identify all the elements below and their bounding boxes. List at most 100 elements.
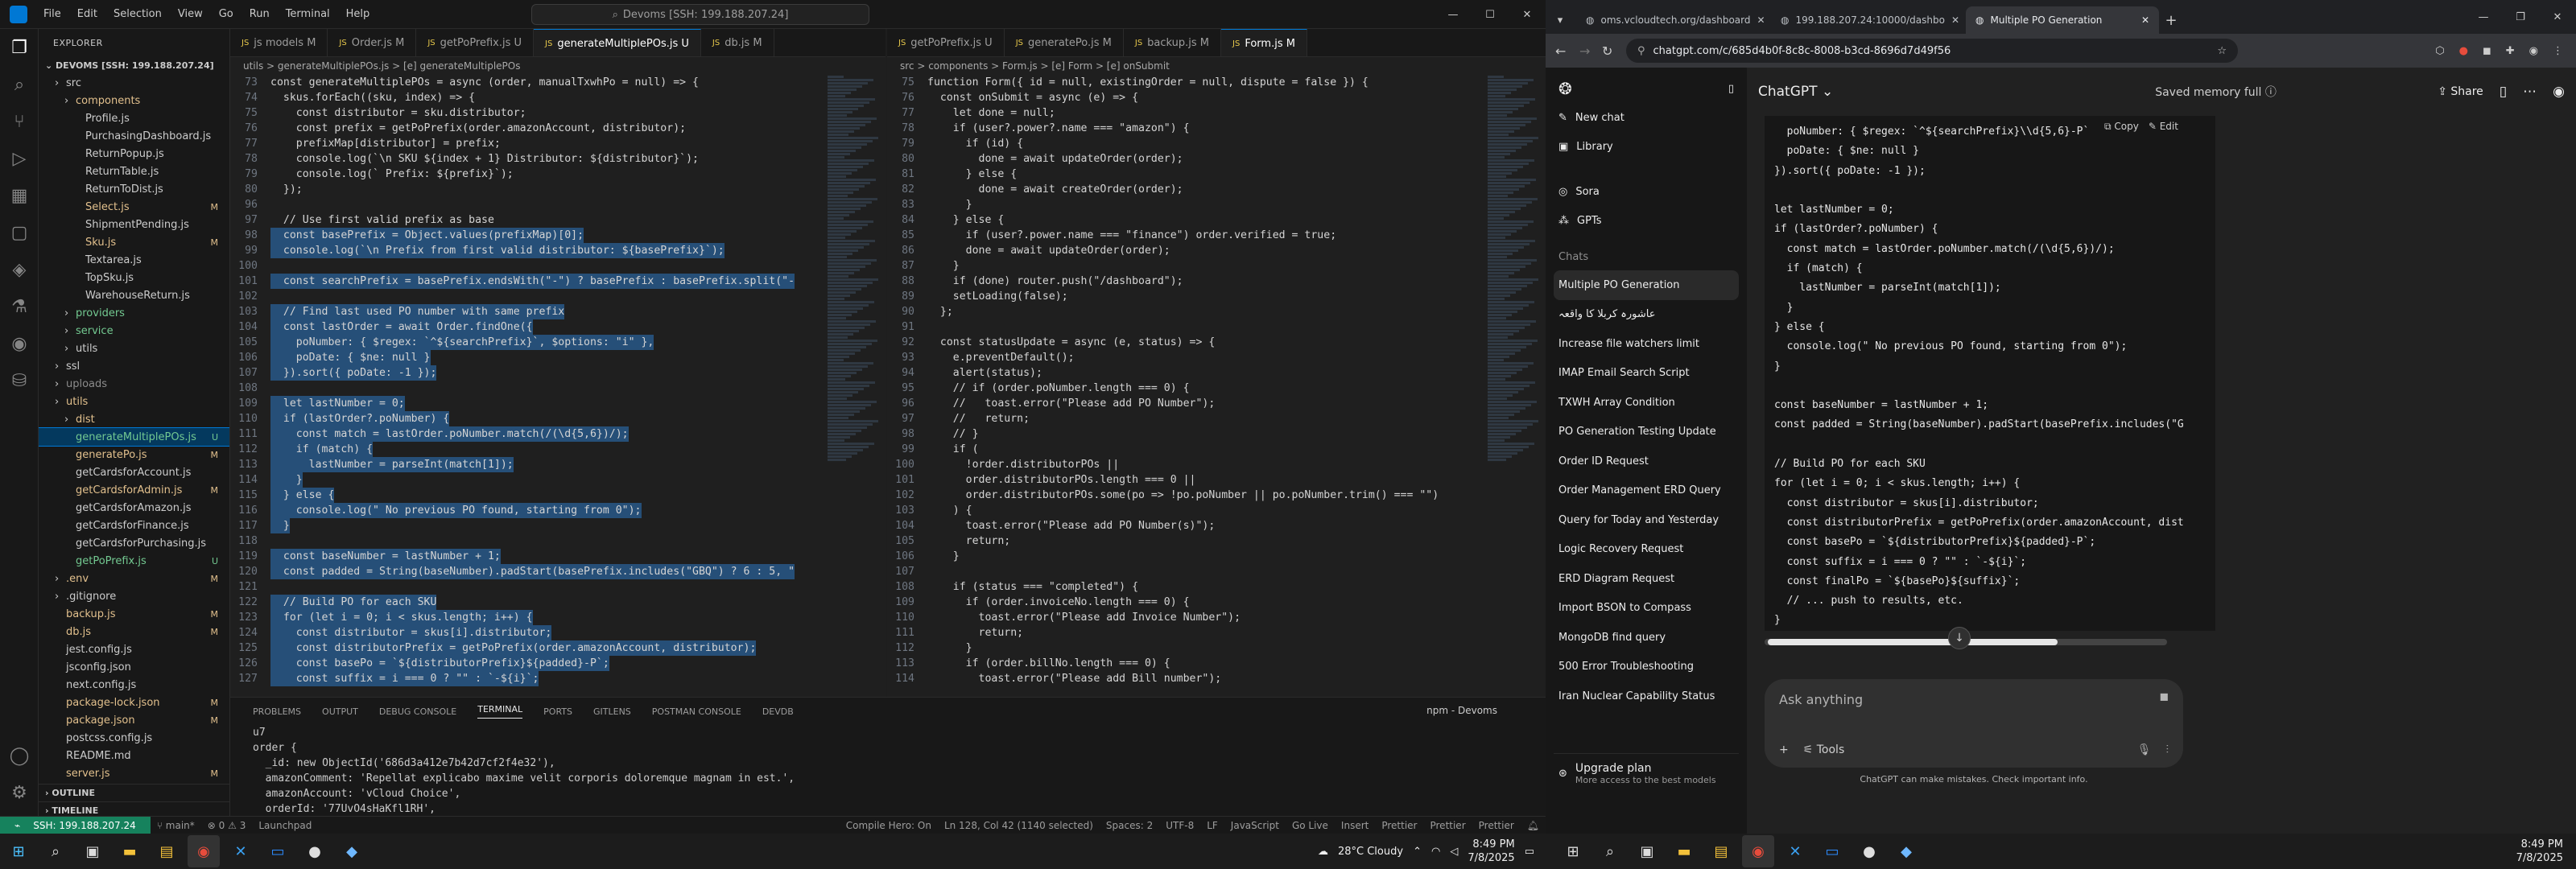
tree-item[interactable]: ShipmentPending.js <box>39 216 229 233</box>
gitlens-icon[interactable]: ◈ <box>0 251 39 288</box>
tree-item[interactable]: Textarea.js <box>39 251 229 269</box>
panel-tab-devdb[interactable]: DEVDB <box>762 706 794 717</box>
tree-item[interactable]: Sku.js M <box>39 233 229 251</box>
bookmark-star-icon[interactable]: ☆ <box>2217 45 2227 57</box>
tree-item[interactable]: backup.js M <box>39 605 229 623</box>
chat-history-item[interactable]: Iran Nuclear Capability Status <box>1554 682 1739 711</box>
panel-tab-output[interactable]: OUTPUT <box>322 706 358 717</box>
eol[interactable]: LF <box>1207 820 1218 831</box>
chat-history-item[interactable]: PO Generation Testing Update <box>1554 418 1739 447</box>
language-mode[interactable]: JavaScript <box>1231 820 1279 831</box>
tree-item[interactable]: postcss.config.js <box>39 729 229 747</box>
new-chat-button[interactable]: ✎ New chat <box>1554 103 1739 132</box>
new-tab-icon[interactable]: + <box>2159 6 2183 34</box>
chat-history-item[interactable]: TXWH Array Condition <box>1554 388 1739 418</box>
tree-item[interactable]: › dist <box>39 410 229 428</box>
scrollbar-thumb[interactable] <box>1768 639 2058 645</box>
chat-history-item[interactable]: Order Management ERD Query <box>1554 476 1739 506</box>
wifi-icon[interactable]: ◠ <box>1431 846 1440 858</box>
tree-item[interactable]: › utils <box>39 340 229 357</box>
chat-history-item[interactable]: Logic Recovery Request <box>1554 535 1739 565</box>
right-code-editor[interactable]: 75 function Form({ id = null, existingOrd… <box>887 75 1481 697</box>
tree-item[interactable]: generateMultiplePOs.js U <box>39 427 229 447</box>
reload-icon[interactable]: ↻ <box>1602 43 1612 59</box>
zoom-icon[interactable]: ▭ <box>262 835 294 867</box>
launchpad-item[interactable]: Launchpad <box>258 820 312 831</box>
restore-icon[interactable]: ❐ <box>2502 11 2539 23</box>
menu-item-view[interactable]: View <box>178 8 203 20</box>
tree-item[interactable]: Profile.js <box>39 109 229 127</box>
command-center[interactable]: ⌕ Devoms [SSH: 199.188.207.24] <box>531 4 869 25</box>
prettier-status-3[interactable]: Prettier <box>1479 820 1514 831</box>
browser-tab[interactable]: ◍ Multiple PO Generation ✕ <box>1966 6 2159 34</box>
close-icon[interactable]: ✕ <box>2539 11 2576 23</box>
go-live[interactable]: Go Live <box>1292 820 1328 831</box>
extension-icon[interactable]: ⬡ <box>2435 45 2444 57</box>
files-icon[interactable]: ❐ <box>0 29 39 66</box>
tree-item[interactable]: jsconfig.json <box>39 658 229 676</box>
terminal-selector[interactable]: npm - Devoms <box>1426 705 1497 716</box>
chat-history-item[interactable]: MongoDB find query <box>1554 623 1739 653</box>
menu-item-help[interactable]: Help <box>346 8 370 20</box>
editor-tab[interactable]: JS generateMultiplePOs.js U <box>534 29 701 56</box>
close-icon[interactable]: ✕ <box>2141 14 2149 26</box>
tree-item[interactable]: › utils <box>39 393 229 410</box>
prompt-input[interactable]: Ask anything <box>1779 692 2169 707</box>
search-icon[interactable]: ⌕ <box>39 835 72 867</box>
task-view-icon[interactable]: ▣ <box>76 835 109 867</box>
tree-item[interactable]: › service <box>39 322 229 340</box>
forward-icon[interactable]: → <box>1579 43 1590 59</box>
tree-item[interactable]: ReturnToDist.js <box>39 180 229 198</box>
tree-item[interactable]: › .env M <box>39 570 229 587</box>
menu-item-terminal[interactable]: Terminal <box>286 8 330 20</box>
tree-item[interactable]: getCardsforFinance.js <box>39 517 229 534</box>
zoom-icon[interactable]: ▭ <box>1816 835 1848 867</box>
editor-tab[interactable]: JS generatePo.js M <box>1005 29 1124 56</box>
menu-item-run[interactable]: Run <box>250 8 270 20</box>
chat-history-item[interactable]: Import BSON to Compass <box>1554 594 1739 624</box>
voice-mode-icon[interactable]: ⫶ <box>2166 743 2169 756</box>
windows-start-icon[interactable]: ⊞ <box>1557 835 1589 867</box>
extensions-puzzle-icon[interactable]: ✚ <box>2506 45 2515 57</box>
app-icon[interactable]: ● <box>299 835 331 867</box>
tree-item[interactable]: › src <box>39 74 229 92</box>
tree-item[interactable]: Select.js M <box>39 198 229 216</box>
close-sidebar-icon[interactable]: ▯ <box>1728 83 1734 95</box>
vscode-taskbar-icon[interactable]: ✕ <box>1779 835 1811 867</box>
browser-tab[interactable]: ◍ 199.188.207.24:10000/dashbo ✕ <box>1771 6 1964 34</box>
editor-tab[interactable]: JS getPoPrefix.js U <box>416 29 535 56</box>
profile-avatar[interactable]: ◉ <box>2529 45 2538 57</box>
indentation[interactable]: Spaces: 2 <box>1106 820 1153 831</box>
chat-history-item[interactable]: Multiple PO Generation <box>1554 270 1739 300</box>
file-explorer-icon[interactable]: ▬ <box>114 835 146 867</box>
file-explorer-icon[interactable]: ▬ <box>1668 835 1700 867</box>
app-icon-2[interactable]: ◆ <box>1890 835 1922 867</box>
tree-item[interactable]: getPoPrefix.js U <box>39 552 229 570</box>
tree-item[interactable]: next.config.js <box>39 676 229 694</box>
tree-item[interactable]: getCardsforAdmin.js M <box>39 481 229 499</box>
upgrade-plan-button[interactable]: ⊛ Upgrade plan More access to the best m… <box>1554 753 1739 793</box>
problems-indicator[interactable]: ⊗ 0 ⚠ 3 <box>208 820 246 831</box>
vscode-taskbar-icon[interactable]: ✕ <box>225 835 257 867</box>
minimize-icon[interactable]: — <box>2465 11 2502 23</box>
tree-item[interactable]: getCardsforAmazon.js <box>39 499 229 517</box>
tools-button[interactable]: ⚟ Tools <box>1803 743 1845 756</box>
sora-button[interactable]: ◎ Sora <box>1554 177 1739 206</box>
panel-tab-postman-console[interactable]: POSTMAN CONSOLE <box>652 706 741 717</box>
assistant-code-block[interactable]: poNumber: { $regex: `^${searchPrefix}\\d… <box>1765 116 2215 631</box>
panel-tab-problems[interactable]: PROBLEMS <box>253 706 301 717</box>
editor-tab[interactable]: JS backup.js M <box>1124 29 1222 56</box>
encoding[interactable]: UTF-8 <box>1166 820 1194 831</box>
chat-history-item[interactable]: عاشورہ کربلا کا واقعہ <box>1554 300 1739 330</box>
more-options-icon[interactable]: ⋯ <box>2523 84 2537 100</box>
tree-item[interactable]: generatePo.js M <box>39 446 229 463</box>
menu-item-file[interactable]: File <box>43 8 61 20</box>
chat-history-item[interactable]: ERD Diagram Request <box>1554 564 1739 594</box>
outline-section[interactable]: › OUTLINE <box>39 784 229 801</box>
weather-text[interactable]: 28°C Cloudy <box>1338 846 1403 858</box>
close-icon[interactable]: ✕ <box>1757 14 1765 26</box>
prettier-status-2[interactable]: Prettier <box>1430 820 1465 831</box>
chrome-icon[interactable]: ◉ <box>188 835 220 867</box>
editor-tab[interactable]: JS js models M <box>230 29 328 56</box>
library-button[interactable]: ▣ Library <box>1554 132 1739 161</box>
